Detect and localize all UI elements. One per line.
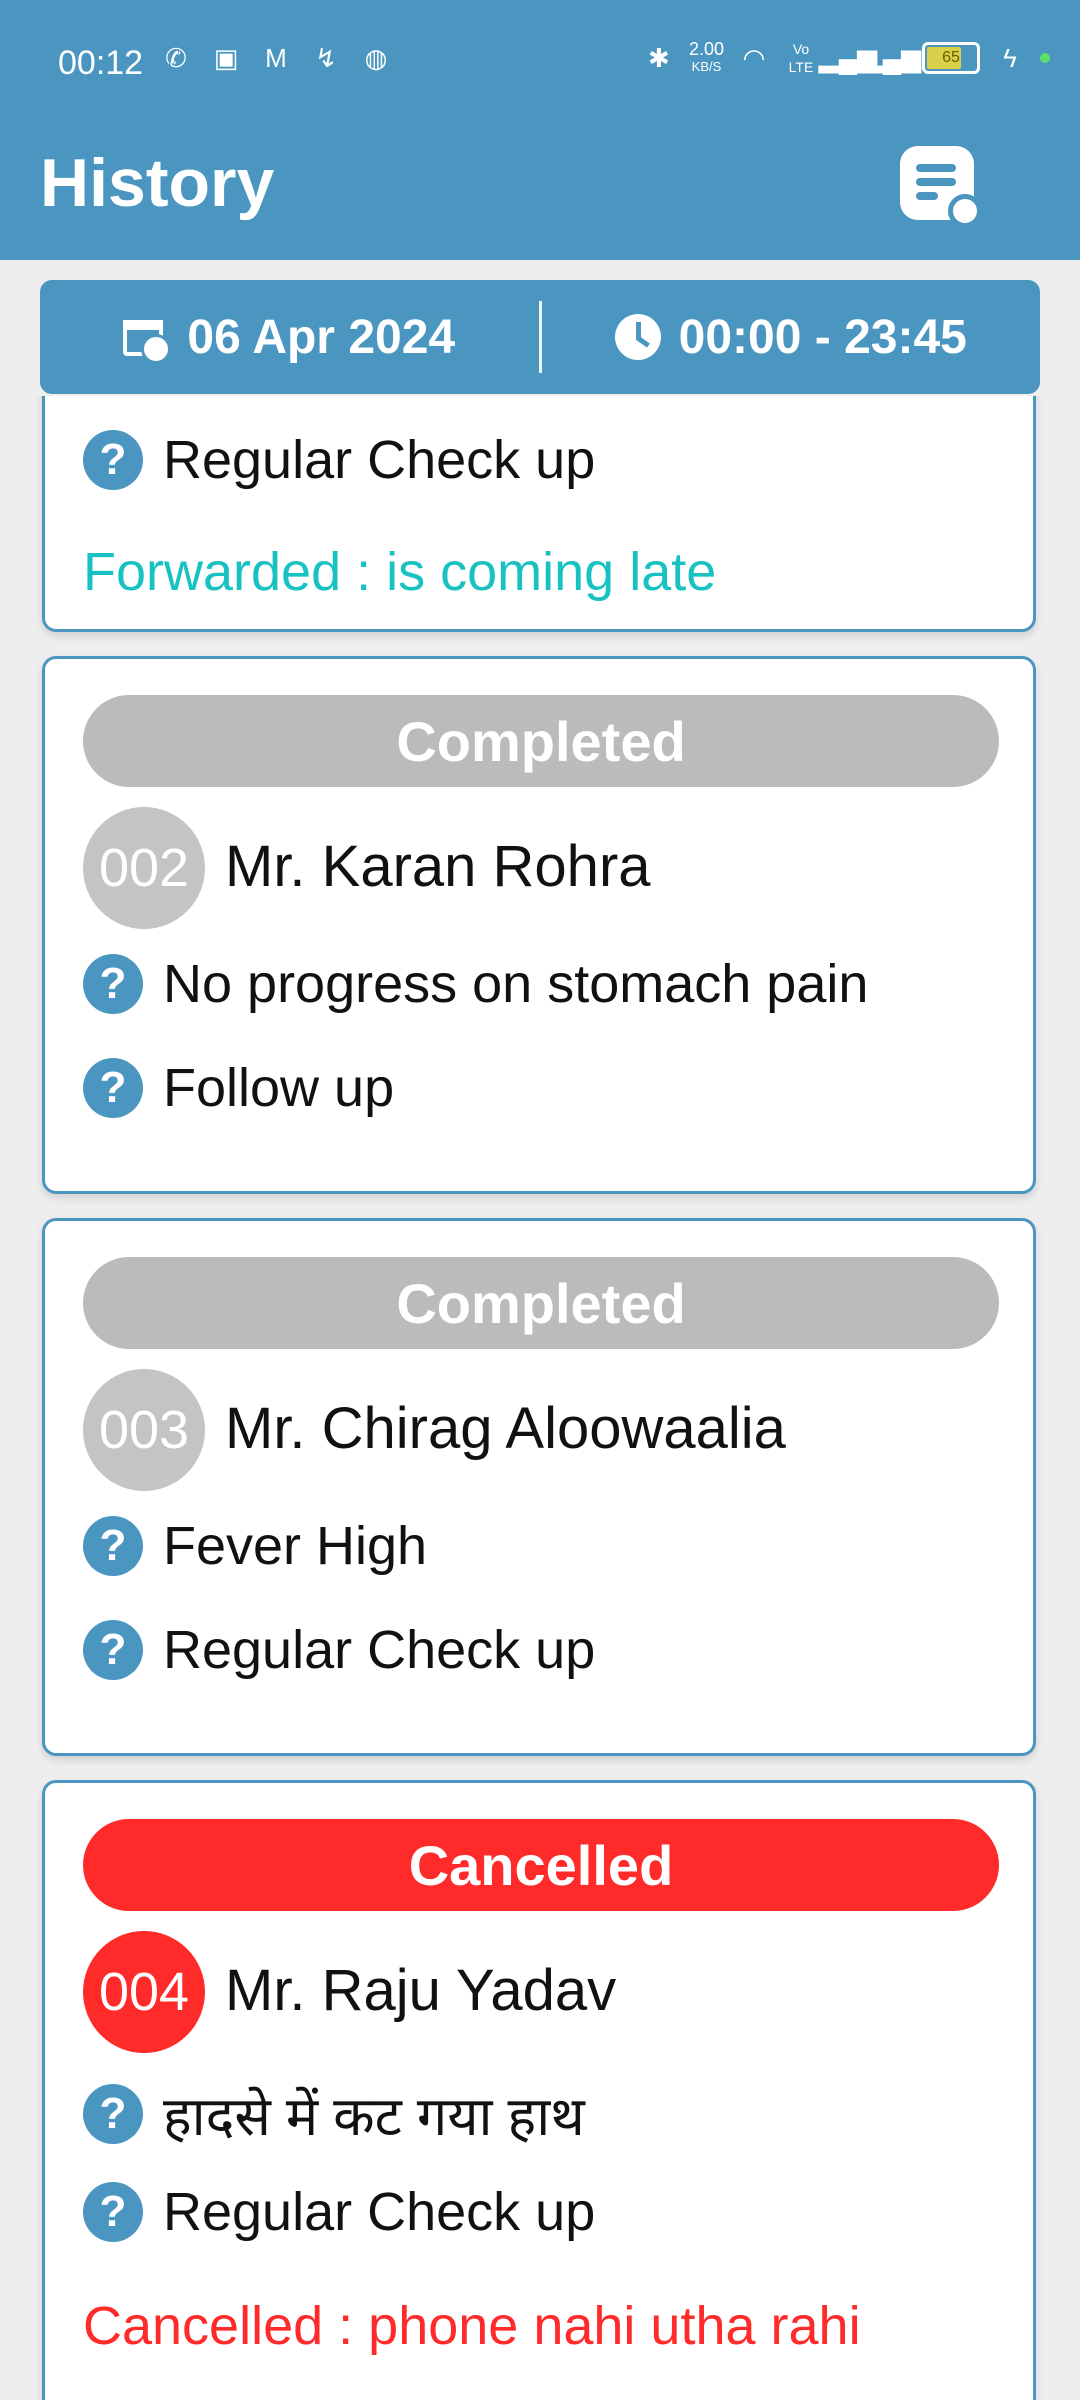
page-title: History (40, 145, 275, 221)
appointment-card[interactable]: Completed 002 Mr. Karan Rohra ? No progr… (42, 656, 1036, 1194)
wifi-icon: ◠ (742, 42, 766, 73)
question-icon: ? (83, 430, 143, 490)
question-icon: ? (83, 1058, 143, 1118)
status-badge: Completed (83, 695, 999, 787)
signal-strength-icon: ▂▄▆ (818, 42, 878, 73)
token-number: 002 (83, 807, 205, 929)
status-bar: 00:12 ✆ ▣ M ↯ ◍ ✱ 2.00 KB/S ◠ Vo LTE ▂▄▆… (0, 0, 1080, 126)
charging-icon: ϟ (1003, 42, 1017, 73)
patient-name: Mr. Chirag Aloowaalia (225, 1396, 786, 1461)
reason-text: Regular Check up (163, 430, 596, 490)
token-number: 003 (83, 1369, 205, 1491)
signal-strength-2-icon: ▂▄▆ (862, 42, 922, 73)
reason-row: ? Fever High (83, 1515, 427, 1577)
system-icons: ✱ 2.00 KB/S ◠ Vo LTE ▂▄▆ ▂▄▆ 65 ϟ (645, 40, 1050, 76)
reason-text: Follow up (163, 1058, 395, 1118)
forwarded-note: Forwarded : is coming late (83, 542, 717, 602)
appointment-list[interactable]: ? Regular Check up Forwarded : is coming… (0, 396, 1080, 2400)
time-range-picker[interactable]: 00:00 - 23:45 (542, 280, 1041, 394)
history-report-button[interactable] (900, 146, 982, 228)
date-picker[interactable]: 06 Apr 2024 (40, 280, 539, 394)
missed-call-icon: ↯ (315, 42, 337, 73)
question-icon: ? (83, 1620, 143, 1680)
reason-row: ? Regular Check up (83, 429, 595, 491)
reason-text: Regular Check up (163, 1620, 596, 1680)
volte-label: Vo LTE (788, 41, 814, 75)
reason-text: No progress on stomach pain (163, 954, 869, 1014)
active-dot (1040, 53, 1050, 63)
token-number: 004 (83, 1931, 205, 2053)
question-icon: ? (83, 1516, 143, 1576)
status-badge: Completed (83, 1257, 999, 1349)
filter-bar: 06 Apr 2024 00:00 - 23:45 (40, 280, 1040, 394)
notification-icons: ✆ ▣ M ↯ ◍ (162, 42, 390, 73)
gmail-icon: M (265, 42, 287, 73)
reason-row: ? Follow up (83, 1057, 394, 1119)
globe-icon: ◍ (364, 42, 388, 73)
reason-text: Fever High (163, 1516, 428, 1576)
app-notification-icon: ▣ (213, 42, 239, 73)
patient-name: Mr. Raju Yadav (225, 1958, 617, 2023)
appointment-card[interactable]: Completed 003 Mr. Chirag Aloowaalia ? Fe… (42, 1218, 1036, 1756)
reason-row: ? हादसे में कट गया हाथ (83, 2077, 585, 2151)
network-speed-value: 2.00 (688, 39, 724, 59)
reason-row: ? No progress on stomach pain (83, 953, 868, 1015)
network-speed: 2.00 KB/S (689, 40, 724, 76)
phone-call-icon: ✆ (165, 42, 187, 73)
reason-text: Regular Check up (163, 2182, 596, 2242)
history-clock-icon (948, 194, 982, 228)
battery-level: 65 (942, 49, 960, 66)
question-icon: ? (83, 2084, 143, 2144)
reason-text: हादसे में कट गया हाथ (163, 2087, 585, 2147)
network-speed-unit: KB/S (691, 59, 722, 74)
app-bar: History (0, 126, 1080, 260)
question-icon: ? (83, 954, 143, 1014)
patient-name: Mr. Karan Rohra (225, 834, 651, 899)
reason-row: ? Regular Check up (83, 1619, 595, 1681)
calendar-icon (123, 314, 172, 364)
filter-divider (538, 301, 542, 373)
status-time: 00:12 (58, 44, 144, 82)
appointment-card[interactable]: ? Regular Check up Forwarded : is coming… (42, 396, 1036, 632)
appointment-card[interactable]: Cancelled 004 Mr. Raju Yadav ? हादसे में… (42, 1780, 1036, 2400)
clock-icon (614, 314, 661, 360)
cancelled-note: Cancelled : phone nahi utha rahi (83, 2296, 861, 2356)
selected-time-range: 00:00 - 23:45 (678, 310, 967, 364)
reason-row: ? Regular Check up (83, 2181, 595, 2243)
bluetooth-icon: ✱ (648, 42, 670, 73)
status-badge: Cancelled (83, 1819, 999, 1911)
question-icon: ? (83, 2182, 143, 2242)
selected-date: 06 Apr 2024 (187, 310, 456, 364)
battery-icon: 65 (922, 42, 980, 74)
